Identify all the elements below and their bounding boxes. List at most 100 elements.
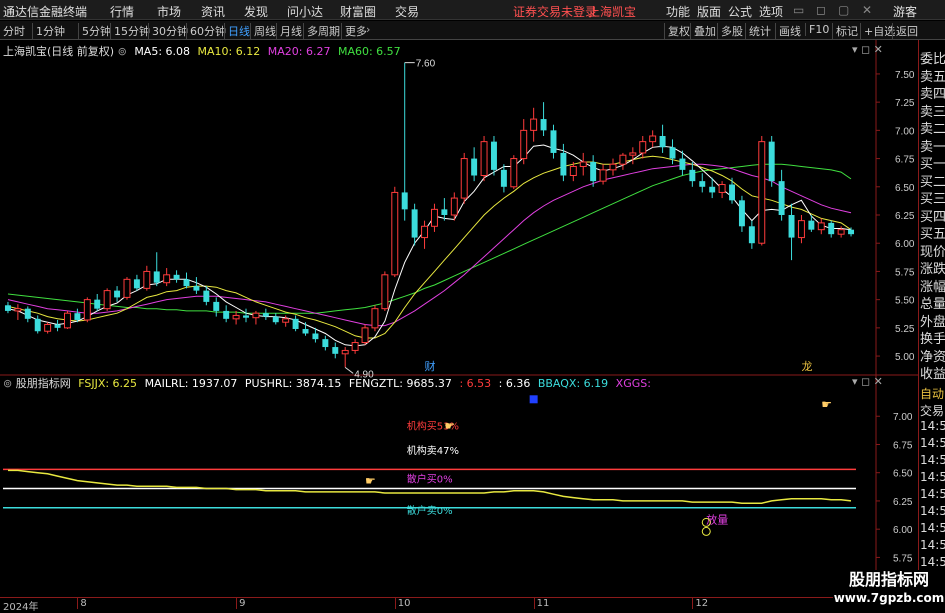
candle	[193, 277, 200, 294]
candle-body	[411, 209, 418, 238]
menu-item-discover[interactable]: 发现	[244, 3, 268, 20]
candle-body	[302, 328, 309, 334]
tab-1min[interactable]: 1分钟	[32, 23, 65, 39]
tab-monthly[interactable]: 月线	[276, 23, 302, 39]
menu-item-trade[interactable]: 交易	[395, 3, 419, 20]
sub-pane-close-icon[interactable]: ✕	[874, 375, 883, 388]
pane-menu-icon[interactable]: ▾	[852, 43, 858, 56]
draw-button[interactable]: 画线	[775, 23, 801, 39]
candle-body	[679, 158, 686, 170]
quote-field-label: 买五	[920, 227, 945, 242]
tab-60min[interactable]: 60分钟	[186, 23, 226, 39]
tick-time-label: 14:56	[920, 487, 945, 501]
signal-square	[529, 395, 538, 404]
menu-item-layout[interactable]: 版面	[697, 3, 721, 20]
menu-item-options[interactable]: 选项	[759, 3, 783, 20]
tab-15min[interactable]: 15分钟	[110, 23, 150, 39]
candle-body	[738, 200, 745, 227]
candle-body	[599, 169, 607, 182]
tab-daily[interactable]: 日线	[224, 23, 250, 39]
mailrl-label: MAILRL: 1937.07	[144, 377, 238, 390]
candle-body	[213, 301, 220, 311]
candle-body	[322, 339, 329, 348]
candle	[689, 161, 696, 187]
watermark-url: www.7gpzb.com	[833, 591, 945, 605]
maximize-icon[interactable]: ▢	[838, 3, 849, 17]
candle	[530, 107, 538, 142]
restore-icon[interactable]: ◻	[816, 3, 826, 17]
indicator-settings-icon[interactable]: ⊚	[3, 377, 16, 390]
sub-pane-maximize-icon[interactable]: ◻	[861, 375, 874, 388]
stats-button[interactable]: 统计	[745, 23, 771, 39]
candle-body	[609, 163, 617, 171]
candle	[738, 195, 745, 232]
candle-body	[718, 184, 726, 193]
tab-more[interactable]: 更多	[341, 23, 367, 39]
mark-button[interactable]: 标记	[832, 23, 858, 39]
menu-item-market[interactable]: 市场	[157, 3, 181, 20]
menu-item-wealth[interactable]: 财富圈	[340, 3, 376, 20]
quote-field-label: 现价	[920, 244, 945, 260]
menu-item-ask[interactable]: 问小达	[287, 3, 323, 20]
candle	[44, 322, 52, 334]
add-watchlist-button[interactable]: +自选	[860, 23, 895, 39]
tab-intraday[interactable]: 分时	[3, 23, 25, 39]
tick-time-label: 14:56	[920, 470, 945, 484]
ma-lines	[7, 144, 852, 347]
candle	[143, 265, 151, 291]
candles	[4, 62, 855, 368]
tab-5min[interactable]: 5分钟	[78, 23, 111, 39]
back-button[interactable]: 返回	[892, 23, 918, 39]
overlay-button[interactable]: 叠加	[690, 23, 716, 39]
f10-button[interactable]: F10	[805, 23, 829, 36]
flow-annotation: 散户买0%	[407, 472, 453, 485]
xggs-label: XGGS:	[615, 377, 651, 390]
minimize-icon[interactable]: ▭	[793, 3, 804, 17]
menu-item-quote[interactable]: 行情	[110, 3, 134, 20]
chevron-down-icon[interactable]: ⊚	[118, 45, 131, 58]
candle	[133, 274, 140, 291]
sub-pane-controls: ▾ ◻ ✕	[852, 375, 883, 388]
candle-body	[639, 141, 647, 154]
quote-field-label: 涨跌	[920, 262, 945, 277]
ma60-label: MA60: 6.57	[337, 45, 401, 58]
candle-body	[223, 310, 230, 319]
tab-weekly[interactable]: 周线	[250, 23, 276, 39]
menu-item-formula[interactable]: 公式	[728, 3, 752, 20]
candle-body	[371, 308, 379, 329]
quote-field-label: 买三	[920, 192, 945, 207]
chevron-right-icon[interactable]: ›	[366, 23, 370, 36]
site-watermark: 股朋指标网 www.7gpzb.com	[833, 570, 945, 609]
candle-body	[123, 278, 131, 298]
multi-stock-button[interactable]: 多股	[717, 23, 743, 39]
candle	[94, 294, 101, 311]
candle-body	[797, 220, 805, 239]
candle-body	[243, 315, 249, 318]
sub-y-tick-label: 6.25	[893, 497, 913, 508]
candle-body	[173, 274, 180, 280]
candle	[163, 268, 171, 287]
tab-multi-period[interactable]: 多周期	[303, 23, 340, 39]
quote-field-label: 换手	[920, 332, 945, 347]
candle	[322, 335, 329, 351]
login-notice[interactable]: 证券交易未登录	[513, 3, 597, 20]
quote-field-label: 委比	[920, 52, 945, 67]
menu-item-news[interactable]: 资讯	[201, 3, 225, 20]
close-icon[interactable]: ✕	[862, 3, 872, 17]
tab-30min[interactable]: 30分钟	[148, 23, 188, 39]
adjust-button[interactable]: 复权	[664, 23, 690, 39]
candle-body	[232, 314, 240, 320]
y-tick-label: 6.50	[895, 183, 915, 194]
candle	[243, 308, 249, 323]
candle-body	[103, 290, 111, 310]
kline-chart-area[interactable]: 7.50 7.25 7.00 6.75 6.50 6.25 6.00 5.75 5.50 5.25…	[0, 40, 945, 597]
menu-item-function[interactable]: 功能	[666, 3, 690, 20]
guest-button[interactable]: 游客	[893, 3, 917, 20]
sub-pane-menu-icon[interactable]: ▾	[852, 375, 858, 388]
candle	[183, 272, 190, 289]
pane-close-icon[interactable]: ✕	[874, 43, 883, 56]
candle	[421, 220, 429, 249]
pane-maximize-icon[interactable]: ◻	[861, 43, 874, 56]
quote-field-label: 卖五	[920, 69, 945, 85]
candle	[471, 147, 478, 182]
